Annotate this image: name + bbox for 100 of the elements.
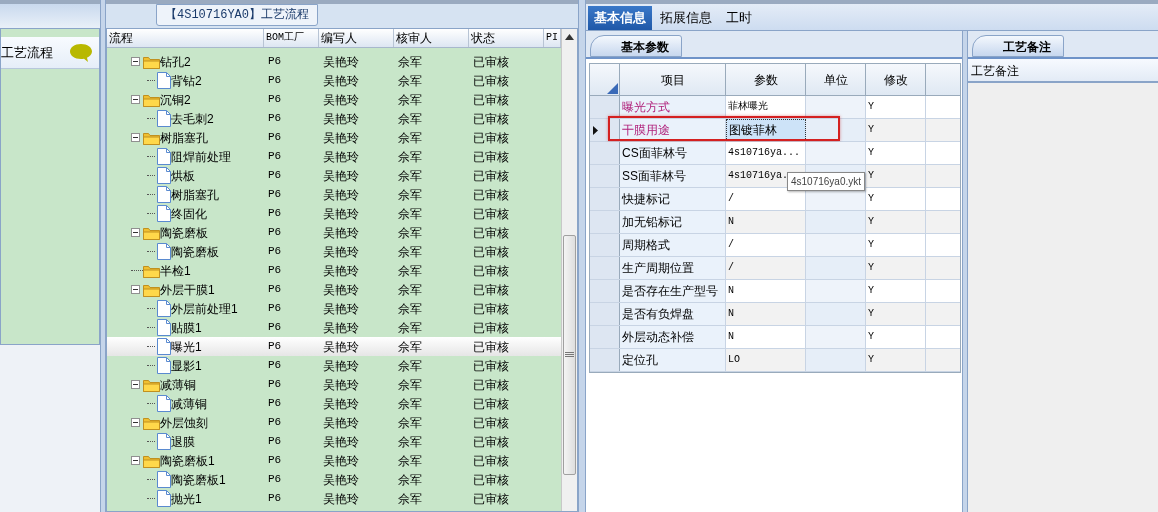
table-cell-text: 已审核 <box>472 319 510 337</box>
table-cell-text: 已审核 <box>472 490 510 508</box>
table-cell-text: 佘军 <box>397 148 423 166</box>
table-cell-text: 吴艳玲 <box>322 224 360 242</box>
node-label: 显影1 <box>171 357 202 375</box>
table-cell-text: P6 <box>267 301 283 317</box>
table-cell-text: P6 <box>267 453 283 469</box>
table-cell-text: 佘军 <box>397 319 423 337</box>
table-cell-text: 已审核 <box>472 91 510 109</box>
table-cell-text: 吴艳玲 <box>322 110 360 128</box>
table-cell-text: 已审核 <box>472 395 510 413</box>
table-cell-text: 吴艳玲 <box>322 53 360 71</box>
table-cell: 生产周期位置 <box>620 257 726 279</box>
table-cell: Y <box>866 96 926 118</box>
node-label: 背钻2 <box>171 72 202 90</box>
table-cell-text: 吴艳玲 <box>322 338 360 356</box>
node-label: 外层蚀刻 <box>160 414 208 432</box>
table-cell: Y <box>866 188 926 210</box>
table-cell: Y <box>866 349 926 371</box>
table-cell-text: 已审核 <box>472 224 510 242</box>
table-cell: Y <box>866 303 926 325</box>
table-cell: 是否存在生产型号 <box>620 280 726 302</box>
table-cell-text: 佘军 <box>397 452 423 470</box>
table-cell-text: P6 <box>267 54 283 70</box>
node-label: 外层干膜1 <box>160 281 215 299</box>
table-cell-text: 佘军 <box>397 395 423 413</box>
table-cell-text: 吴艳玲 <box>322 300 360 318</box>
notes-header: 工艺备注 <box>968 59 1158 83</box>
node-label: 陶瓷磨板 <box>171 243 219 261</box>
node-label: 树脂塞孔 <box>160 129 208 147</box>
table-cell-text: 佘军 <box>397 471 423 489</box>
table-cell: Y <box>866 119 926 141</box>
node-label: 阻焊前处理 <box>171 148 231 166</box>
table-cell-text: 吴艳玲 <box>322 490 360 508</box>
table-cell-text: 已审核 <box>472 148 510 166</box>
table-cell: 快捷标记 <box>620 188 726 210</box>
table-cell-text: 吴艳玲 <box>322 148 360 166</box>
table-cell: 加无铅标记 <box>620 211 726 233</box>
table-cell-text: 已审核 <box>472 281 510 299</box>
table-cell: CS面菲林号 <box>620 142 726 164</box>
node-label: 陶瓷磨板 <box>160 224 208 242</box>
table-cell: Y <box>866 234 926 256</box>
table-cell: 曝光方式 <box>620 96 726 118</box>
table-cell-text: 吴艳玲 <box>322 376 360 394</box>
table-cell-text: 佘军 <box>397 414 423 432</box>
table-cell-text: 佘军 <box>397 110 423 128</box>
node-label: 半检1 <box>160 262 191 280</box>
table-cell-text: P6 <box>267 282 283 298</box>
table-cell-text: 佘军 <box>397 357 423 375</box>
table-cell: Y <box>866 280 926 302</box>
table-cell-text: P6 <box>267 358 283 374</box>
table-cell-text: P6 <box>267 149 283 165</box>
table-cell-text: 吴艳玲 <box>322 72 360 90</box>
table-cell: 干膜用途 <box>620 119 726 141</box>
node-label: 陶瓷磨板1 <box>171 471 226 489</box>
table-cell-text: 吴艳玲 <box>322 205 360 223</box>
table-cell-text: P6 <box>267 168 283 184</box>
table-cell-text: 吴艳玲 <box>322 357 360 375</box>
table-cell-text: 吴艳玲 <box>322 452 360 470</box>
table-cell-text: 佘军 <box>397 186 423 204</box>
table-cell-text: 已审核 <box>472 338 510 356</box>
table-cell-text: 吴艳玲 <box>322 281 360 299</box>
table-cell-text: 已审核 <box>472 110 510 128</box>
table-cell-text: 已审核 <box>472 376 510 394</box>
table-cell-text: P6 <box>267 263 283 279</box>
table-cell-text: 吴艳玲 <box>322 186 360 204</box>
table-cell-text: P6 <box>267 92 283 108</box>
table-cell-text: 已审核 <box>472 186 510 204</box>
table-cell: 定位孔 <box>620 349 726 371</box>
node-label: 树脂塞孔 <box>171 186 219 204</box>
table-cell-text: 吴艳玲 <box>322 243 360 261</box>
table-cell-text: P6 <box>267 320 283 336</box>
table-cell-text: 已审核 <box>472 243 510 261</box>
table-cell-text: P6 <box>267 434 283 450</box>
node-label: 外层前处理1 <box>171 300 238 318</box>
node-label: 烘板 <box>171 167 195 185</box>
node-label: 抛光1 <box>171 490 202 508</box>
table-cell: Y <box>866 257 926 279</box>
table-cell-text: 佘军 <box>397 243 423 261</box>
node-label: 减薄铜 <box>171 395 207 413</box>
node-label: 曝光1 <box>171 338 202 356</box>
table-cell-text: P6 <box>267 111 283 127</box>
table-cell-text: P6 <box>267 339 283 355</box>
table-cell-text: 佘军 <box>397 129 423 147</box>
table-cell-text: 佘军 <box>397 72 423 90</box>
table-cell-text: 佘军 <box>397 376 423 394</box>
tooltip: 4s10716ya0.ykt <box>787 172 866 191</box>
table-cell: Y <box>866 165 926 187</box>
table-cell-text: 吴艳玲 <box>322 471 360 489</box>
table-cell-text: P6 <box>267 130 283 146</box>
node-label: 钻孔2 <box>160 53 191 71</box>
table-cell-text: 已审核 <box>472 300 510 318</box>
table-cell-text: 佘军 <box>397 433 423 451</box>
node-label: 陶瓷磨板1 <box>160 452 215 470</box>
table-cell-text: 吴艳玲 <box>322 129 360 147</box>
table-cell-text: P6 <box>267 377 283 393</box>
table-cell-text: P6 <box>267 415 283 431</box>
table-cell-text: P6 <box>267 187 283 203</box>
table-cell-text: 吴艳玲 <box>322 414 360 432</box>
table-cell-text: 吴艳玲 <box>322 319 360 337</box>
